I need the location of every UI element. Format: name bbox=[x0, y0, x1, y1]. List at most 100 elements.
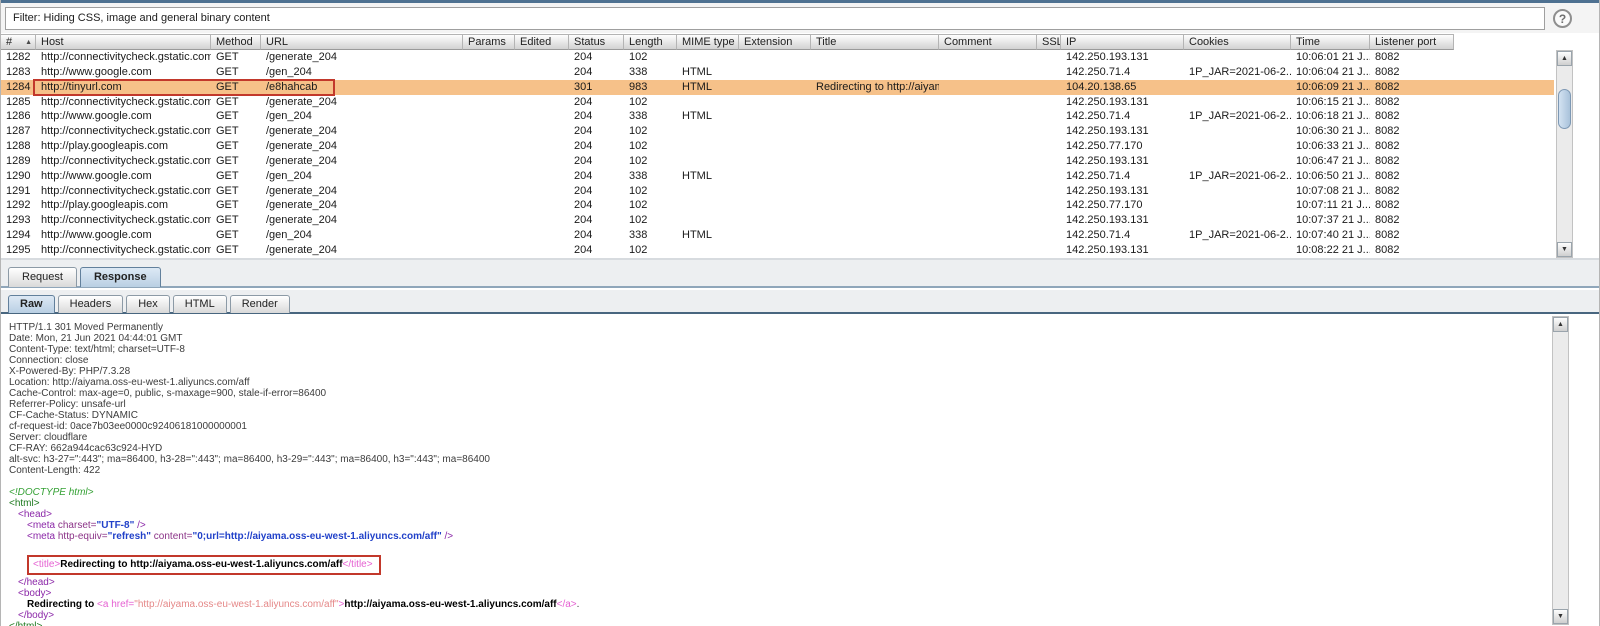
cell-extension bbox=[739, 228, 811, 243]
sort-ascending-icon: ▲ bbox=[25, 39, 32, 47]
cell-host: http://connectivitycheck.gstatic.com bbox=[36, 213, 211, 228]
cell-num: 1295 bbox=[1, 243, 36, 258]
response-line: HTTP/1.1 301 Moved Permanently bbox=[9, 322, 1552, 333]
tab-raw[interactable]: Raw bbox=[8, 295, 55, 313]
column-header-comment[interactable]: Comment bbox=[939, 34, 1037, 50]
column-header-length[interactable]: Length bbox=[624, 34, 677, 50]
response-raw-view[interactable]: HTTP/1.1 301 Moved PermanentlyDate: Mon,… bbox=[1, 316, 1552, 626]
table-row[interactable]: 1289http://connectivitycheck.gstatic.com… bbox=[1, 154, 1554, 169]
column-header-extension[interactable]: Extension bbox=[739, 34, 811, 50]
table-row[interactable]: 1283http://www.google.comGET/gen_2042043… bbox=[1, 65, 1554, 80]
cell-ip: 104.20.138.65 bbox=[1061, 80, 1184, 95]
table-row[interactable]: 1285http://connectivitycheck.gstatic.com… bbox=[1, 95, 1554, 110]
cell-edited bbox=[515, 124, 569, 139]
cell-comment bbox=[939, 139, 1037, 154]
cell-extension bbox=[739, 95, 811, 110]
cell-method: GET bbox=[211, 243, 261, 258]
column-header-label: MIME type bbox=[682, 36, 735, 48]
cell-ip: 142.250.193.131 bbox=[1061, 213, 1184, 228]
cell-title bbox=[811, 228, 939, 243]
cell-listener-port: 8082 bbox=[1370, 243, 1454, 258]
cell-extension bbox=[739, 80, 811, 95]
scroll-down-button[interactable]: ▼ bbox=[1553, 609, 1568, 624]
cell-params bbox=[463, 154, 515, 169]
tab-render[interactable]: Render bbox=[230, 295, 290, 313]
cell-extension bbox=[739, 198, 811, 213]
cell-method: GET bbox=[211, 213, 261, 228]
response-line: Location: http://aiyama.oss-eu-west-1.al… bbox=[9, 377, 1552, 388]
table-row[interactable]: 1286http://www.google.comGET/gen_2042043… bbox=[1, 109, 1554, 124]
table-row[interactable]: 1295http://connectivitycheck.gstatic.com… bbox=[1, 243, 1554, 258]
tab-headers[interactable]: Headers bbox=[58, 295, 124, 313]
cell-length: 102 bbox=[624, 50, 677, 65]
filter-summary-bar[interactable]: Filter: Hiding CSS, image and general bi… bbox=[5, 7, 1545, 30]
column-header-label: # bbox=[6, 36, 12, 48]
column-header-title[interactable]: Title bbox=[811, 34, 939, 50]
cell-url: /gen_204 bbox=[261, 109, 463, 124]
cell-title bbox=[811, 124, 939, 139]
column-header-label: Title bbox=[816, 36, 836, 48]
cell-params bbox=[463, 50, 515, 65]
cell-num: 1292 bbox=[1, 198, 36, 213]
cell-method: GET bbox=[211, 169, 261, 184]
cell-ip: 142.250.77.170 bbox=[1061, 139, 1184, 154]
column-header-cookies[interactable]: Cookies bbox=[1184, 34, 1291, 50]
cell-ip: 142.250.71.4 bbox=[1061, 65, 1184, 80]
table-row[interactable]: 1293http://connectivitycheck.gstatic.com… bbox=[1, 213, 1554, 228]
response-vertical-scrollbar[interactable]: ▲ ▼ bbox=[1552, 316, 1569, 625]
column-header-num[interactable]: #▲ bbox=[1, 34, 36, 50]
response-line: Content-Type: text/html; charset=UTF-8 bbox=[9, 344, 1552, 355]
table-row[interactable]: 1282http://connectivitycheck.gstatic.com… bbox=[1, 50, 1554, 65]
cell-mime-type bbox=[677, 154, 739, 169]
column-header-url[interactable]: URL bbox=[261, 34, 463, 50]
cell-length: 102 bbox=[624, 124, 677, 139]
cell-length: 102 bbox=[624, 213, 677, 228]
cell-cookies bbox=[1184, 184, 1291, 199]
table-vertical-scrollbar[interactable]: ▲ ▼ bbox=[1556, 50, 1573, 258]
column-header-mime-type[interactable]: MIME type bbox=[677, 34, 739, 50]
column-header-method[interactable]: Method bbox=[211, 34, 261, 50]
tab-response[interactable]: Response bbox=[80, 267, 161, 287]
column-header-listener-port[interactable]: Listener port bbox=[1370, 34, 1454, 50]
table-row[interactable]: 1292http://play.googleapis.comGET/genera… bbox=[1, 198, 1554, 213]
cell-mime-type bbox=[677, 50, 739, 65]
cell-title bbox=[811, 65, 939, 80]
cell-ssl bbox=[1037, 169, 1061, 184]
cell-edited bbox=[515, 184, 569, 199]
cell-host: http://www.google.com bbox=[36, 109, 211, 124]
cell-comment bbox=[939, 50, 1037, 65]
column-header-edited[interactable]: Edited bbox=[515, 34, 569, 50]
column-header-ip[interactable]: IP bbox=[1061, 34, 1184, 50]
cell-method: GET bbox=[211, 139, 261, 154]
tab-request[interactable]: Request bbox=[8, 267, 77, 287]
cell-ip: 142.250.71.4 bbox=[1061, 228, 1184, 243]
table-row[interactable]: 1284http://tinyurl.comGET/e8hahcab301983… bbox=[1, 80, 1554, 95]
column-header-host[interactable]: Host bbox=[36, 34, 211, 50]
column-header-time[interactable]: Time bbox=[1291, 34, 1370, 50]
cell-listener-port: 8082 bbox=[1370, 198, 1454, 213]
table-row[interactable]: 1291http://connectivitycheck.gstatic.com… bbox=[1, 184, 1554, 199]
tab-html[interactable]: HTML bbox=[173, 295, 227, 313]
table-row[interactable]: 1288http://play.googleapis.comGET/genera… bbox=[1, 139, 1554, 154]
cell-cookies: 1P_JAR=2021-06-2... bbox=[1184, 65, 1291, 80]
cell-method: GET bbox=[211, 50, 261, 65]
tab-hex[interactable]: Hex bbox=[126, 295, 170, 313]
cell-listener-port: 8082 bbox=[1370, 109, 1454, 124]
table-row[interactable]: 1294http://www.google.comGET/gen_2042043… bbox=[1, 228, 1554, 243]
response-line: <title>Redirecting to http://aiyama.oss-… bbox=[9, 555, 1552, 575]
column-header-params[interactable]: Params bbox=[463, 34, 515, 50]
cell-time: 10:06:09 21 J... bbox=[1291, 80, 1370, 95]
cell-listener-port: 8082 bbox=[1370, 139, 1454, 154]
column-header-ssl[interactable]: SSL bbox=[1037, 34, 1061, 50]
scroll-up-button[interactable]: ▲ bbox=[1557, 51, 1572, 66]
help-icon[interactable]: ? bbox=[1553, 9, 1572, 28]
scroll-up-button[interactable]: ▲ bbox=[1553, 317, 1568, 332]
scrollbar-thumb[interactable] bbox=[1558, 89, 1571, 129]
cell-num: 1287 bbox=[1, 124, 36, 139]
filter-bar: Filter: Hiding CSS, image and general bi… bbox=[1, 3, 1600, 33]
column-header-status[interactable]: Status bbox=[569, 34, 624, 50]
table-row[interactable]: 1290http://www.google.comGET/gen_2042043… bbox=[1, 169, 1554, 184]
table-row[interactable]: 1287http://connectivitycheck.gstatic.com… bbox=[1, 124, 1554, 139]
scroll-down-button[interactable]: ▼ bbox=[1557, 242, 1572, 257]
cell-cookies bbox=[1184, 198, 1291, 213]
